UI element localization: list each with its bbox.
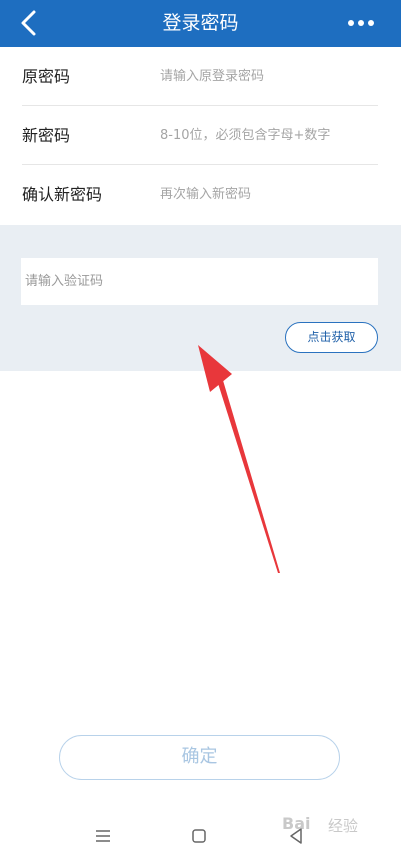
new-password-label: 新密码 bbox=[22, 126, 71, 145]
confirm-password-row: 确认新密码 bbox=[22, 165, 378, 224]
baidu-watermark: Bai 经验 bbox=[282, 810, 382, 840]
confirm-button[interactable]: 确定 bbox=[59, 735, 340, 780]
confirm-password-input[interactable] bbox=[160, 179, 378, 209]
watermark-subtitle: 经验 bbox=[328, 817, 359, 835]
app-header: 登录密码 bbox=[0, 0, 401, 47]
confirm-password-label: 确认新密码 bbox=[22, 185, 103, 204]
old-password-input[interactable] bbox=[160, 61, 378, 91]
old-password-label: 原密码 bbox=[22, 67, 71, 86]
password-form: 原密码 新密码 确认新密码 bbox=[0, 47, 401, 225]
more-dots-icon[interactable] bbox=[346, 14, 376, 32]
menu-icon[interactable] bbox=[95, 829, 111, 843]
home-square-icon[interactable] bbox=[192, 829, 206, 843]
verification-section: 点击获取 bbox=[0, 225, 401, 371]
verification-code-input[interactable] bbox=[21, 258, 378, 305]
new-password-input[interactable] bbox=[160, 120, 378, 150]
page-title: 登录密码 bbox=[162, 12, 239, 34]
old-password-row: 原密码 bbox=[22, 47, 378, 106]
watermark-brand: Bai bbox=[282, 814, 311, 833]
get-code-button[interactable]: 点击获取 bbox=[285, 322, 378, 353]
new-password-row: 新密码 bbox=[22, 106, 378, 165]
